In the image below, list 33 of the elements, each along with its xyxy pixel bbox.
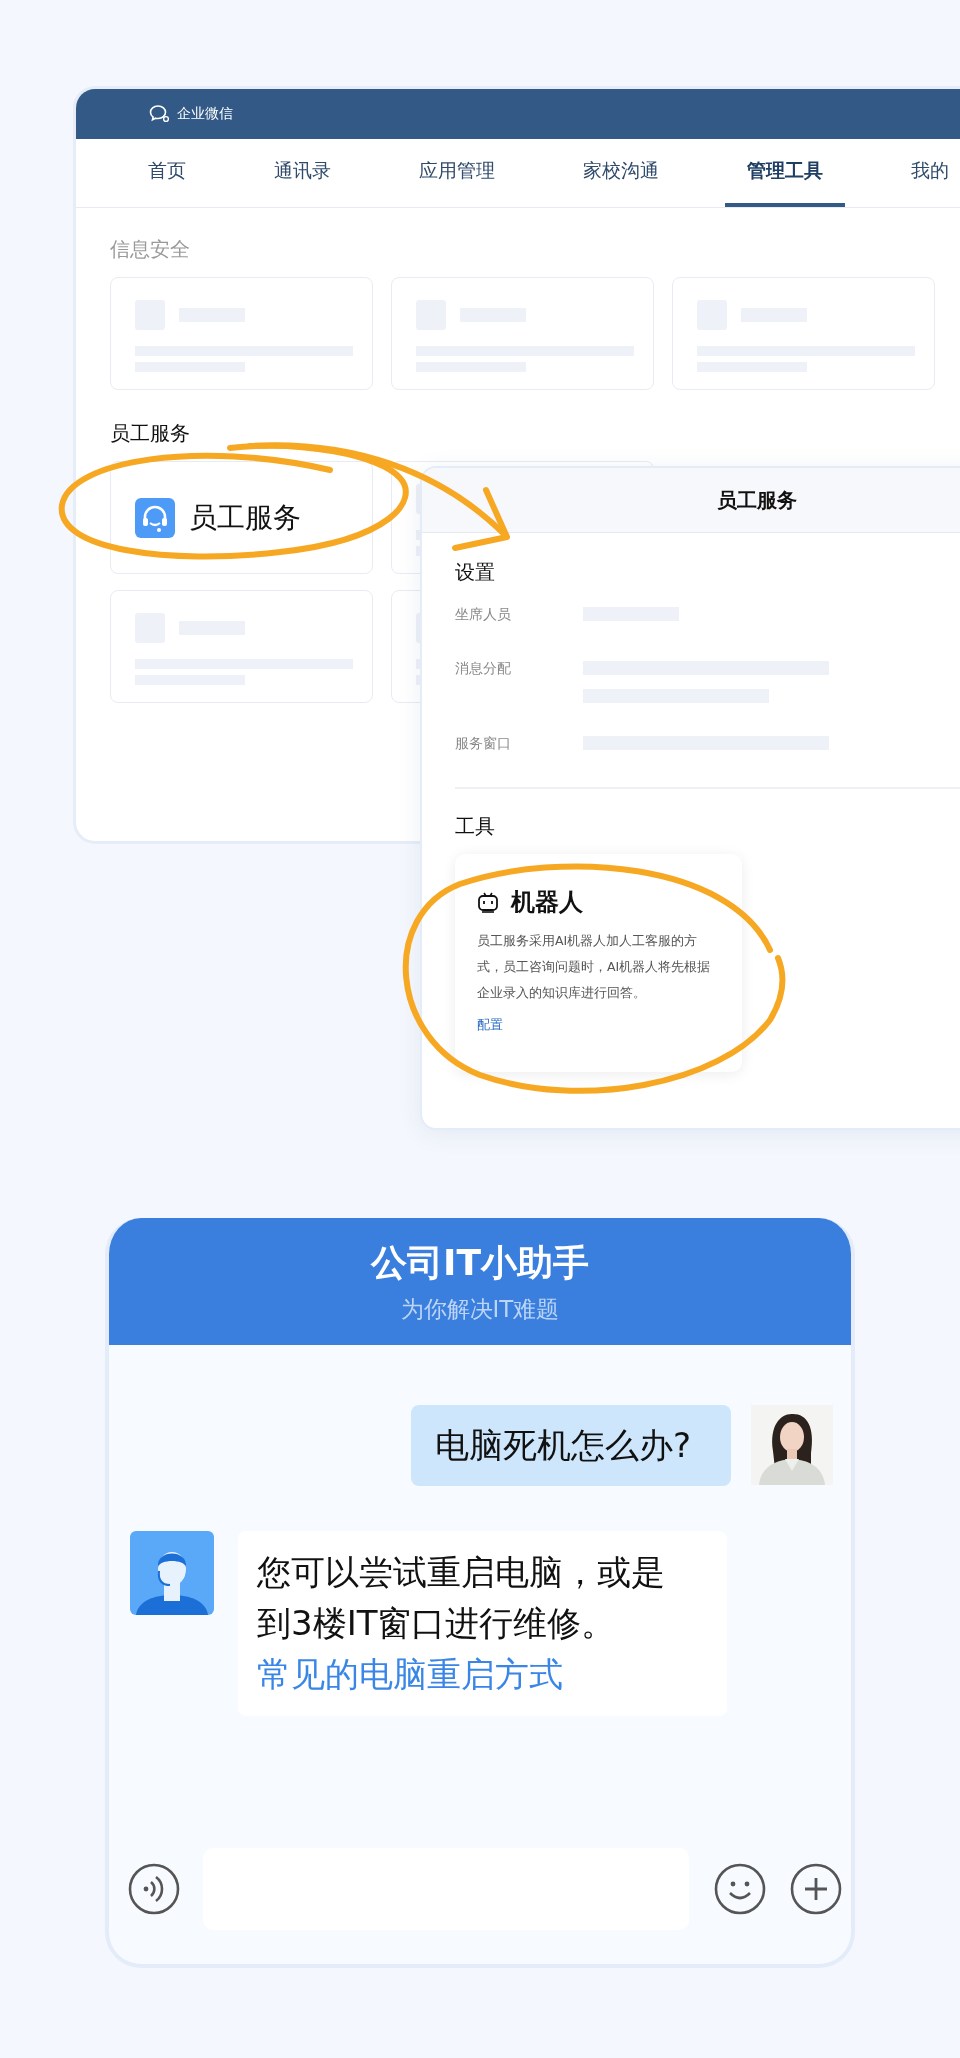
help-link[interactable]: 常见的电脑重启方式 xyxy=(257,1649,707,1700)
headset-icon xyxy=(135,497,175,538)
message-text: 您可以尝试重启电脑，或是到3楼IT窗口进行维修。 xyxy=(257,1551,666,1645)
nav-tab[interactable]: 我的 xyxy=(889,139,960,207)
section-title: 信息安全 xyxy=(110,236,191,263)
tool-title: 机器人 xyxy=(511,887,583,918)
service-card[interactable]: 员工服务 xyxy=(110,461,373,574)
setting-label: 坐席人员 xyxy=(455,605,512,624)
emoji-icon[interactable] xyxy=(713,1862,767,1916)
panel-title: 员工服务 xyxy=(717,486,797,514)
nav-tab[interactable]: 应用管理 xyxy=(397,139,517,207)
nav-tab[interactable]: 家校沟通 xyxy=(561,139,681,207)
agent-avatar-icon xyxy=(130,1531,214,1615)
nav-tab[interactable]: 管理工具 xyxy=(725,139,845,207)
section-title: 工具 xyxy=(455,813,496,840)
setting-label: 服务窗口 xyxy=(455,734,512,753)
tool-card[interactable]: 机器人 员工服务采用AI机器人加人工客服的方式，员工咨询问题时，AI机器人将先根据企业录入的知识库进行回答。 配置 xyxy=(455,854,742,1072)
chat-subtitle: 为你解决IT难题 xyxy=(400,1294,560,1324)
chat-title: 公司IT小助手 xyxy=(371,1240,589,1285)
robot-icon xyxy=(477,891,499,913)
tool-description: 员工服务采用AI机器人加人工客服的方式，员工咨询问题时，AI机器人将先根据企业录入的知识库进行回答。 xyxy=(477,932,712,1002)
configure-link[interactable]: 配置 xyxy=(477,1017,503,1032)
chat-bubbles-icon xyxy=(149,104,171,124)
nav-tab[interactable]: 首页 xyxy=(126,139,208,207)
setting-label: 消息分配 xyxy=(455,659,512,678)
message-text: 电脑死机怎么办? xyxy=(434,1423,691,1467)
section-title: 员工服务 xyxy=(110,420,191,447)
nav-tab[interactable]: 通讯录 xyxy=(252,139,353,207)
add-icon[interactable] xyxy=(789,1862,843,1916)
section-title: 设置 xyxy=(455,559,496,586)
app-name: 企业微信 xyxy=(177,105,233,123)
voice-icon[interactable] xyxy=(127,1862,181,1916)
card-title: 员工服务 xyxy=(189,499,301,536)
